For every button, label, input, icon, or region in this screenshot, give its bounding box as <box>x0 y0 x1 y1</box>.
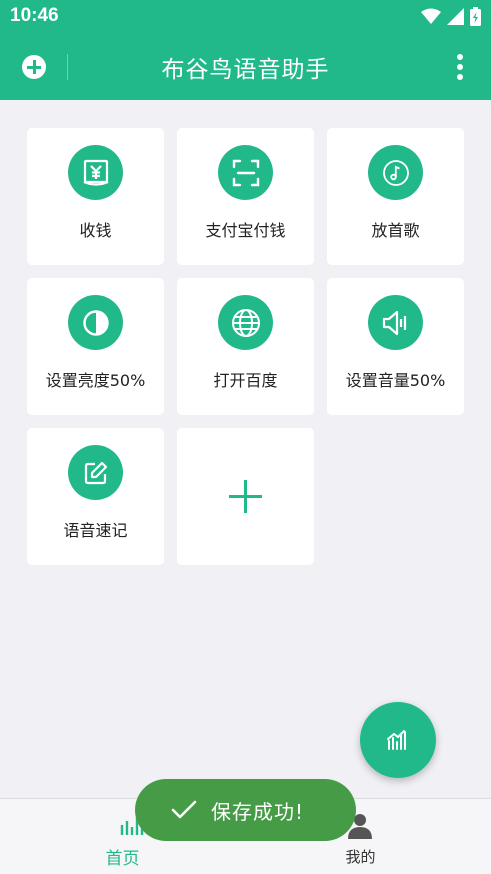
grid-item-set-volume[interactable]: 设置音量50% <box>327 278 464 415</box>
grid-item-collect-money[interactable]: 收钱 <box>27 128 164 265</box>
edit-note-icon <box>68 445 123 500</box>
grid-item-label: 放首歌 <box>371 221 420 240</box>
status-icons <box>421 7 481 26</box>
grid-item-alipay-pay[interactable]: 支付宝付钱 <box>177 128 314 265</box>
globe-icon <box>218 295 273 350</box>
grid-item-open-baidu[interactable]: 打开百度 <box>177 278 314 415</box>
battery-icon <box>470 7 481 26</box>
nav-label-home: 首页 <box>105 849 140 869</box>
grid-item-label: 收钱 <box>79 221 112 240</box>
grid-item-label: 语音速记 <box>63 521 128 540</box>
plus-icon <box>229 480 262 513</box>
brightness-icon <box>68 295 123 350</box>
voice-command-fab[interactable] <box>360 702 436 778</box>
more-vertical-icon[interactable] <box>457 54 463 82</box>
signal-icon <box>447 8 464 25</box>
grid-item-label: 设置亮度50% <box>45 371 146 390</box>
music-note-icon <box>368 145 423 200</box>
phone-screen: 10:46 布谷鸟语音助手 收钱 支付宝付钱 放首歌 设置亮度50% 打开百度 … <box>0 0 491 874</box>
voice-wave-icon <box>387 730 406 750</box>
grid-item-label: 支付宝付钱 <box>205 221 286 240</box>
wifi-icon <box>421 8 441 24</box>
scan-icon <box>218 145 273 200</box>
nav-label-me: 我的 <box>345 848 376 866</box>
volume-icon <box>368 295 423 350</box>
grid-item-play-song[interactable]: 放首歌 <box>327 128 464 265</box>
status-time: 10:46 <box>10 5 59 26</box>
status-bar: 10:46 <box>0 0 491 36</box>
grid-item-label: 打开百度 <box>213 371 278 390</box>
app-bar: 布谷鸟语音助手 <box>0 36 491 100</box>
save-success-toast: 保存成功! <box>135 779 356 841</box>
grid-item-label: 设置音量50% <box>345 371 446 390</box>
add-shortcut-tile[interactable] <box>177 428 314 565</box>
grid-item-voice-memo[interactable]: 语音速记 <box>27 428 164 565</box>
yen-book-icon <box>68 145 123 200</box>
grid-item-set-brightness[interactable]: 设置亮度50% <box>27 278 164 415</box>
toast-text: 保存成功! <box>211 799 305 824</box>
check-icon <box>171 800 197 819</box>
page-title: 布谷鸟语音助手 <box>161 57 330 83</box>
